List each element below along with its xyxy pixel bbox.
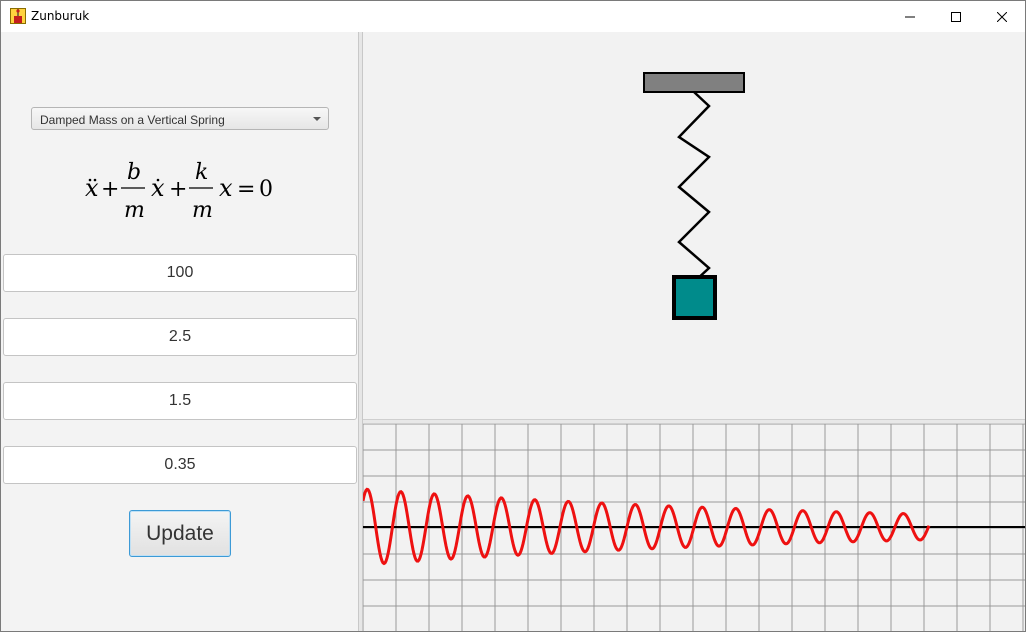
app-window: Zunburuk Damped Mass on a Vertical Sprin… <box>0 0 1026 632</box>
param-field-4[interactable]: 0.35 <box>3 446 357 484</box>
update-button[interactable]: Update <box>129 510 231 557</box>
eq-k: k <box>195 160 208 185</box>
spring-diagram <box>643 72 745 320</box>
eq-x: x <box>219 174 233 202</box>
eq-x-ddot: x <box>85 174 99 202</box>
eq-b: b <box>127 160 141 185</box>
title-bar: Zunburuk <box>1 1 1025 32</box>
minimize-icon <box>905 16 915 17</box>
spring <box>677 91 711 283</box>
eq-zero: 0 <box>259 177 273 202</box>
equation: x + b m x + k m x = 0 <box>85 160 273 223</box>
minimize-button[interactable] <box>887 1 933 32</box>
chevron-down-icon <box>313 117 321 121</box>
param-field-2[interactable]: 2.5 <box>3 318 357 356</box>
maximize-button[interactable] <box>933 1 979 32</box>
eq-x-dot: x <box>151 174 165 202</box>
graph-canvas <box>363 424 1025 631</box>
eq-equals: = <box>237 177 255 202</box>
simulation-view <box>363 32 1025 419</box>
param-field-3[interactable]: 1.5 <box>3 382 357 420</box>
system-select[interactable]: Damped Mass on a Vertical Spring <box>31 107 329 130</box>
param-field-1[interactable]: 100 <box>3 254 357 292</box>
eq-m-1: m <box>124 198 145 223</box>
eq-plus-1: + <box>101 177 119 202</box>
eq-m-2: m <box>192 198 213 223</box>
controls-panel: Damped Mass on a Vertical Spring x + b m… <box>1 32 358 631</box>
displacement-graph <box>363 424 1025 631</box>
ceiling-block <box>643 72 745 93</box>
maximize-icon <box>951 11 961 22</box>
eq-plus-2: + <box>169 177 187 202</box>
window-title: Zunburuk <box>31 9 90 23</box>
system-select-value: Damped Mass on a Vertical Spring <box>40 113 225 127</box>
app-icon <box>10 8 26 24</box>
close-button[interactable] <box>979 1 1025 32</box>
mass-block <box>672 275 717 320</box>
close-icon <box>997 11 1007 22</box>
